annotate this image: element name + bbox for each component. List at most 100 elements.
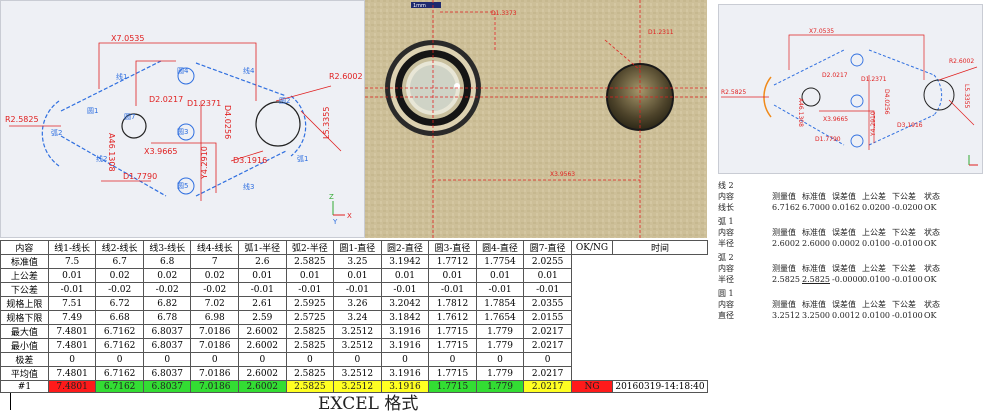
report-value: 6.7000 [802, 203, 830, 212]
report-section: 弧 1 内容 测量值 标准值 误差值 上公差 下公差 状态 半径 2.6002 2.6000 0.00… [718, 216, 998, 249]
result-cell: 7.0186 [190, 380, 240, 393]
report-value: OK [924, 311, 937, 320]
column-header: 圆3-直径 [428, 240, 477, 255]
axis-triad-icon: Z X Y [329, 193, 352, 226]
time-header: 时间 [612, 240, 708, 255]
table-cell: 2.0217 [523, 366, 572, 381]
svg-text:X7.0535: X7.0535 [809, 28, 834, 35]
table-cell: 3.2512 [333, 324, 382, 339]
report-value: 2.6002 [772, 239, 800, 248]
report-value-row: 半径 2.5825 2.5825 -0.0000 0.0100 -0.0100 OK [718, 274, 998, 285]
dim-d2: D2.0217 [149, 95, 183, 104]
camera-image-view: 1mm D1.3373 D1.2311 X3.9563 [365, 0, 707, 238]
table-cell: 3.1942 [380, 254, 430, 269]
report-value: 0.0100 [862, 275, 890, 284]
table-cell: 0 [142, 352, 192, 367]
report-value: 2.6000 [802, 239, 830, 248]
report-value: 3.2512 [772, 311, 800, 320]
table-cell: 3.2512 [333, 338, 382, 353]
table-row: 极差 0 0 0 0 0 0 0 0 0 0 0 [0, 352, 708, 367]
report-col-header: 上公差 [862, 228, 886, 237]
table-cell: 2.61 [238, 296, 287, 311]
report-header-row: 内容 测量值 标准值 误差值 上公差 下公差 状态 [718, 263, 998, 274]
table-cell: 0.01 [475, 268, 525, 283]
table-cell: 6.82 [142, 296, 192, 311]
label-circle-7: 圆7 [124, 113, 135, 121]
row-label: 最大值 [0, 324, 49, 339]
label-arc-2: 弧2 [51, 128, 62, 137]
table-cell: 0.01 [47, 268, 97, 283]
report-value: -0.0100 [892, 239, 923, 248]
line-4 [195, 62, 287, 97]
report-section-title: 线 2 [718, 181, 734, 190]
report-col-header: 内容 [718, 228, 734, 237]
table-cell: 6.72 [95, 296, 144, 311]
table-cell: 1.7712 [428, 254, 477, 269]
report-section-title: 弧 1 [718, 217, 734, 226]
scale-ruler: 1mm [413, 3, 426, 9]
column-header: 圆1-直径 [333, 240, 382, 255]
cad-drawing: X7.0535 R2.5825 R2.6002 L5.3355 D2.0217 … [5, 34, 363, 226]
table-cell: 3.26 [333, 296, 382, 311]
table-cell: 2.5825 [285, 366, 335, 381]
table-cell: 6.7162 [95, 324, 144, 339]
arc-1 [290, 95, 307, 157]
result-cell: 2.0217 [523, 380, 572, 393]
table-cell: 3.24 [333, 310, 382, 325]
table-cell: 0 [95, 352, 144, 367]
report-value: -0.0000 [832, 275, 863, 284]
table-cell: 2.5825 [285, 324, 335, 339]
result-cell: 6.7162 [95, 380, 144, 393]
report-value: 0.0200 [862, 203, 890, 212]
table-row: 上公差 0.01 0.02 0.02 0.02 0.01 0.01 0.01 0.01 0.01 0… [0, 268, 708, 283]
report-col-header: 状态 [924, 228, 940, 237]
report-value: 半径 [718, 275, 734, 284]
label-line-1: 线1 [116, 72, 127, 81]
table-cell: 6.98 [190, 310, 240, 325]
table-cell: 1.7654 [475, 310, 525, 325]
circle-hole-large [255, 101, 301, 147]
table-cell: 2.5825 [285, 338, 335, 353]
report-value-row: 直径 3.2512 3.2500 0.0012 0.0100 -0.0100 OK [718, 310, 998, 321]
dim-angle: A46.1308 [107, 133, 116, 172]
report-header-row: 内容 测量值 标准值 误差值 上公差 下公差 状态 [718, 299, 998, 310]
dim-d1b: D1.7790 [123, 172, 157, 181]
report-col-header: 内容 [718, 192, 734, 201]
svg-text:D3.1916: D3.1916 [897, 122, 923, 129]
label-circle-1: 圆1 [87, 107, 98, 115]
dim-d4: D4.0256 [223, 105, 232, 139]
report-col-header: 误差值 [832, 300, 856, 309]
dim-d1a: D1.2371 [187, 99, 221, 108]
table-cell: 2.0355 [523, 296, 572, 311]
photo-dim-d1: D1.3373 [491, 10, 517, 17]
table-cell: 7.4801 [47, 338, 97, 353]
report-col-header: 测量值 [772, 192, 796, 201]
photo-dim-x: X3.9563 [550, 171, 575, 178]
report-col-header: 上公差 [862, 300, 886, 309]
table-cell: 2.6002 [238, 324, 287, 339]
table-row: 平均值 7.4801 6.7162 6.8037 7.0186 2.6002 2.5825 3… [0, 366, 708, 381]
table-cell: 7.49 [47, 310, 97, 325]
table-cell: 3.1916 [380, 338, 430, 353]
column-header: 弧2-半径 [285, 240, 335, 255]
table-cell: 6.8037 [142, 366, 192, 381]
table-cell: 3.1842 [380, 310, 430, 325]
report-col-header: 内容 [718, 264, 734, 273]
table-cell: 1.7812 [428, 296, 477, 311]
report-col-header: 标准值 [802, 300, 826, 309]
table-cell: 0 [523, 352, 572, 367]
table-cell: 0 [475, 352, 525, 367]
report-col-header: 上公差 [862, 264, 886, 273]
table-cell: 2.59 [238, 310, 287, 325]
table-cell: 1.779 [475, 366, 525, 381]
svg-text:L5.3355: L5.3355 [963, 84, 970, 109]
report-col-header: 下公差 [892, 300, 916, 309]
report-value: OK [924, 239, 937, 248]
table-cell: 6.8037 [142, 324, 192, 339]
table-cell: 2.5825 [285, 254, 335, 269]
table-cell: 2.0155 [523, 310, 572, 325]
table-cell: 1.779 [475, 338, 525, 353]
dim-y4: Y4.2910 [200, 146, 209, 180]
dim-r-right: R2.6002 [329, 72, 363, 81]
table-cell: 0 [428, 352, 477, 367]
